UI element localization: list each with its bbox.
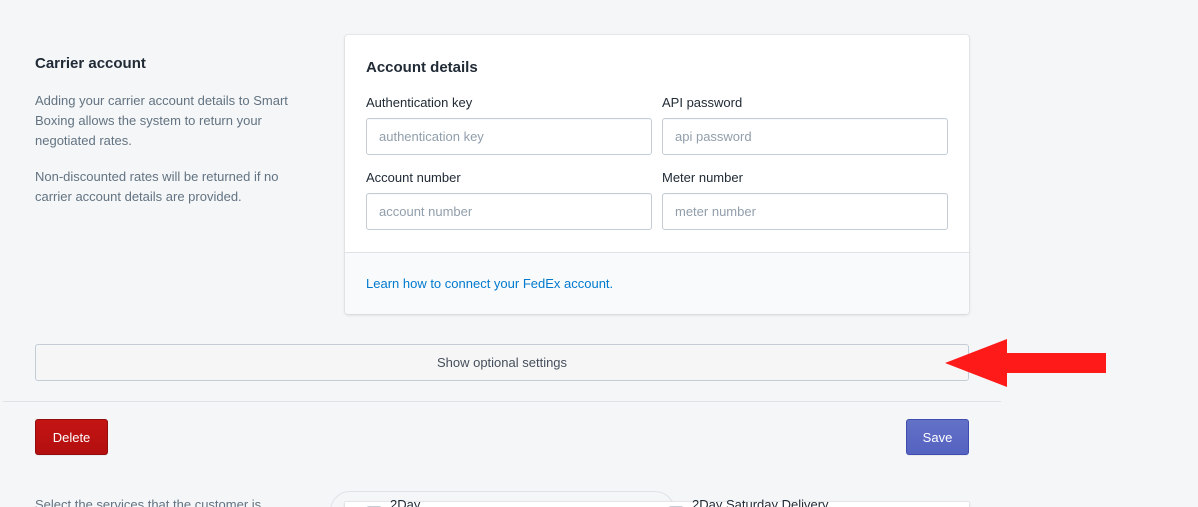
api-password-field: API password api password xyxy=(662,95,948,155)
fedex-help-link[interactable]: Learn how to connect your FedEx account. xyxy=(366,276,613,291)
save-button[interactable]: Save xyxy=(906,419,969,455)
carrier-account-annotation: Carrier account Adding your carrier acco… xyxy=(35,54,295,207)
authentication-key-input[interactable]: authentication key xyxy=(366,118,652,155)
red-arrow-annotation xyxy=(945,339,1106,387)
service-option-saturday-label: 2Day Saturday Delivery xyxy=(692,497,829,507)
account-details-form: Account details Authentication key authe… xyxy=(345,35,969,252)
authentication-key-field: Authentication key authentication key xyxy=(366,95,652,155)
account-number-field: Account number account number xyxy=(366,170,652,230)
section-description: Adding your carrier account details to S… xyxy=(35,93,288,148)
services-section-peek: Select the services that the customer is… xyxy=(0,490,1198,507)
card-footer: Learn how to connect your FedEx account. xyxy=(345,252,969,314)
delete-button[interactable]: Delete xyxy=(35,419,108,455)
section-title: Carrier account xyxy=(35,55,146,72)
show-optional-settings-button[interactable]: Show optional settings xyxy=(35,344,969,381)
services-hint: Select the services that the customer is xyxy=(35,497,262,507)
account-number-input[interactable]: account number xyxy=(366,193,652,230)
section-description-note: Non-discounted rates will be returned if… xyxy=(35,169,279,204)
meter-number-field: Meter number meter number xyxy=(662,170,948,230)
api-password-label: API password xyxy=(662,95,743,110)
account-number-label: Account number xyxy=(366,170,461,185)
divider xyxy=(3,401,1001,402)
account-details-card: Account details Authentication key authe… xyxy=(345,35,969,314)
meter-number-input[interactable]: meter number xyxy=(662,193,948,230)
fields-grid: Authentication key authentication key AP… xyxy=(366,95,948,230)
card-title: Account details xyxy=(366,59,478,76)
carrier-settings-page: Carrier account Adding your carrier acco… xyxy=(0,0,1198,507)
services-card xyxy=(345,502,969,507)
meter-number-label: Meter number xyxy=(662,170,743,185)
api-password-input[interactable]: api password xyxy=(662,118,948,155)
service-option-label: 2Day xyxy=(390,497,421,507)
authentication-key-label: Authentication key xyxy=(366,95,473,110)
